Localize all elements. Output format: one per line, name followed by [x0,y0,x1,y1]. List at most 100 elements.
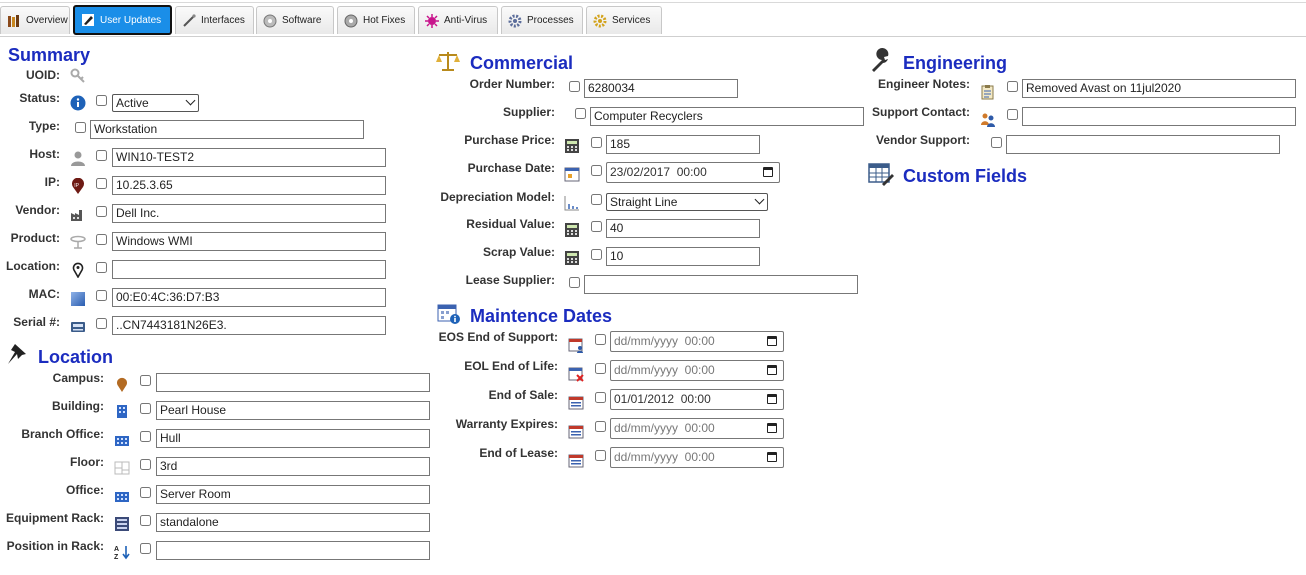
gear-icon [593,14,607,28]
warranty-expires-date-input[interactable]: dd/mm/yyyy 00:00 [610,418,784,439]
end-of-lease-checkbox[interactable] [595,450,606,461]
tab-hot-fixes[interactable]: Hot Fixes [337,6,415,34]
mac-square-icon [70,291,86,307]
supplier-label: Supplier: [502,105,555,119]
tab-overview[interactable]: Overview [0,6,70,34]
disc-icon [263,14,277,28]
engineer-notes-label: Engineer Notes: [877,77,970,91]
tab-software[interactable]: Software [256,6,334,34]
end-of-sale-checkbox[interactable] [595,392,606,403]
building-checkbox[interactable] [140,403,151,414]
support-contact-input[interactable] [1022,107,1296,126]
type-input[interactable]: Workstation [90,120,364,139]
end-of-lease-date-input[interactable]: dd/mm/yyyy 00:00 [610,447,784,468]
lease-supplier-input[interactable] [584,275,858,294]
eol-date-input[interactable]: dd/mm/yyyy 00:00 [610,360,784,381]
depreciation-model-checkbox[interactable] [591,194,602,205]
depreciation-model-select[interactable]: Straight Line [606,193,768,211]
support-contact-checkbox[interactable] [1007,109,1018,120]
engineer-notes-input[interactable]: Removed Avast on 11jul2020 [1022,79,1296,98]
product-input[interactable]: Windows WMI [112,232,386,251]
host-input[interactable]: WIN10-TEST2 [112,148,386,167]
supplier-input[interactable]: Computer Recyclers [590,107,864,126]
wrench-icon [868,48,894,74]
order-number-checkbox[interactable] [569,81,580,92]
calendar-picker-icon[interactable] [767,336,777,346]
ip-checkbox[interactable] [96,178,107,189]
uoid-label: UOID: [26,68,60,82]
branch-office-label: Branch Office: [21,427,104,441]
residual-value-input[interactable]: 40 [606,219,760,238]
bar-chart-icon [564,195,580,211]
key-icon [70,68,86,84]
end-of-sale-date-input[interactable]: 01/01/2012 00:00 [610,389,784,410]
calculator-icon [564,138,580,154]
tab-user-updates[interactable]: User Updates [73,5,172,35]
pushpin-icon [6,342,28,366]
eos-checkbox[interactable] [595,334,606,345]
factory-icon [70,206,86,222]
supplier-checkbox[interactable] [575,108,586,119]
branch-office-checkbox[interactable] [140,431,151,442]
campus-checkbox[interactable] [140,375,151,386]
location-label: Location: [6,259,60,273]
residual-value-checkbox[interactable] [591,221,602,232]
position-in-rack-checkbox[interactable] [140,543,151,554]
purchase-date-checkbox[interactable] [591,165,602,176]
office-input[interactable]: Server Room [156,485,430,504]
engineer-notes-checkbox[interactable] [1007,81,1018,92]
status-checkbox[interactable] [96,95,107,106]
floor-input[interactable]: 3rd [156,457,430,476]
mac-input[interactable]: 00:E0:4C:36:D7:B3 [112,288,386,307]
equipment-rack-input[interactable]: standalone [156,513,430,532]
floor-checkbox[interactable] [140,459,151,470]
equipment-rack-label: Equipment Rack: [5,511,104,525]
eos-date-input[interactable]: dd/mm/yyyy 00:00 [610,331,784,352]
tab-bar: Overview User Updates Interfaces Softwar… [0,5,1306,37]
branch-office-input[interactable]: Hull [156,429,430,448]
mac-checkbox[interactable] [96,290,107,301]
floorplan-icon [114,460,130,476]
order-number-input[interactable]: 6280034 [584,79,738,98]
vendor-support-input[interactable] [1006,135,1280,154]
serial-device-icon [70,319,86,335]
host-checkbox[interactable] [96,150,107,161]
building-input[interactable]: Pearl House [156,401,430,420]
calendar-picker-icon[interactable] [767,452,777,462]
type-checkbox[interactable] [75,122,86,133]
serial-input[interactable]: ..CN7443181N26E3. [112,316,386,335]
tab-interfaces[interactable]: Interfaces [175,6,254,34]
tab-anti-virus[interactable]: Anti-Virus [418,6,498,34]
lease-supplier-checkbox[interactable] [569,277,580,288]
purchase-date-input[interactable]: 23/02/2017 00:00 [606,162,780,183]
tab-services[interactable]: Services [586,6,662,34]
vendor-support-checkbox[interactable] [991,137,1002,148]
vendor-checkbox[interactable] [96,206,107,217]
office-checkbox[interactable] [140,487,151,498]
edit-icon [81,13,95,27]
calendar-picker-icon[interactable] [767,423,777,433]
calendar-icon [568,453,584,469]
calendar-picker-icon[interactable] [763,167,773,177]
warranty-expires-checkbox[interactable] [595,421,606,432]
disc-icon [344,14,358,28]
location-checkbox[interactable] [96,262,107,273]
vendor-input[interactable]: Dell Inc. [112,204,386,223]
eol-checkbox[interactable] [595,363,606,374]
serial-checkbox[interactable] [96,318,107,329]
product-checkbox[interactable] [96,234,107,245]
eos-label: EOS End of Support: [438,330,558,344]
purchase-price-checkbox[interactable] [591,137,602,148]
purchase-price-input[interactable]: 185 [606,135,760,154]
tab-processes[interactable]: Processes [501,6,583,34]
calendar-picker-icon[interactable] [767,365,777,375]
campus-input[interactable] [156,373,430,392]
scrap-value-input[interactable]: 10 [606,247,760,266]
status-select[interactable]: Active [112,94,199,112]
equipment-rack-checkbox[interactable] [140,515,151,526]
ip-input[interactable]: 10.25.3.65 [112,176,386,195]
location-input[interactable] [112,260,386,279]
position-in-rack-input[interactable] [156,541,430,560]
calendar-picker-icon[interactable] [767,394,777,404]
scrap-value-checkbox[interactable] [591,249,602,260]
